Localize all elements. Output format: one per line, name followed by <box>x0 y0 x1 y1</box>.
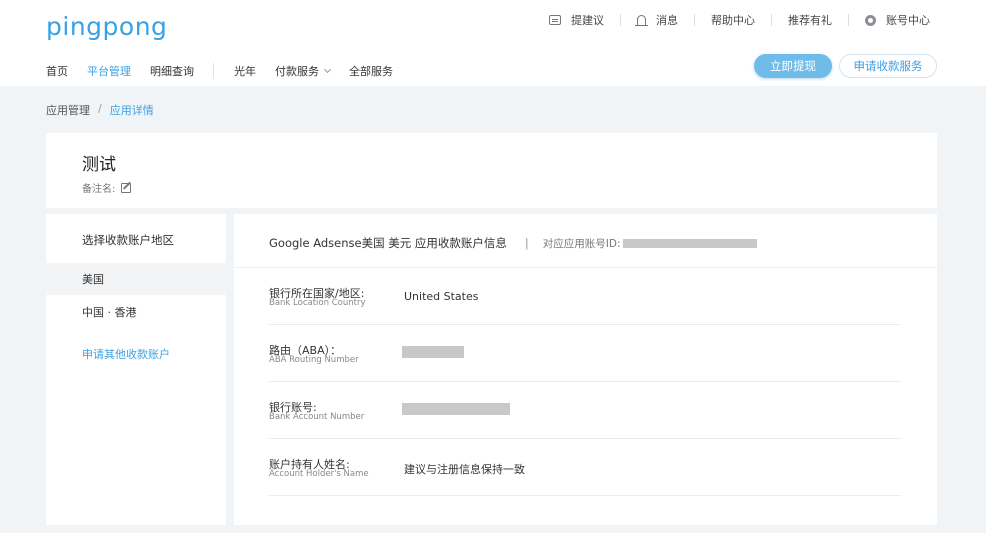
app-title-card: 测试 备注名: <box>46 133 937 208</box>
redacted-account-number <box>402 403 510 415</box>
breadcrumb: 应用管理 / 应用详情 <box>46 102 154 118</box>
messages-link[interactable]: 消息 <box>635 12 678 28</box>
field-value-redacted <box>402 403 510 418</box>
breadcrumb-separator: / <box>98 102 102 115</box>
region-heading: 选择收款账户地区 <box>82 233 174 247</box>
redacted-account-id <box>622 238 757 248</box>
nav-all-services[interactable]: 全部服务 <box>349 63 393 79</box>
account-info-heading: Google Adsense美国 美元 应用收款账户信息 | 对应应用账号ID: <box>269 235 757 251</box>
suggest-link[interactable]: 提建议 <box>549 12 604 28</box>
nav-guangnian[interactable]: 光年 <box>234 63 256 79</box>
referral-link[interactable]: 推荐有礼 <box>788 12 832 28</box>
nav-home[interactable]: 首页 <box>46 63 68 79</box>
apply-other-account-link[interactable]: 申请其他收款账户 <box>82 346 170 362</box>
info-row-bank-country: 银行所在国家/地区: Bank Location Country United … <box>269 268 901 325</box>
account-info-panel: Google Adsense美国 美元 应用收款账户信息 | 对应应用账号ID:… <box>234 214 937 525</box>
apply-service-button[interactable]: 申请收款服务 <box>839 54 937 78</box>
divider <box>848 14 849 26</box>
info-row-aba-routing: 路由（ABA）： ABA Routing Number <box>269 325 901 382</box>
nav-details-query[interactable]: 明细查询 <box>150 63 194 79</box>
divider <box>694 14 695 26</box>
info-row-holder-name: 账户持有人姓名: Account Holder's Name 建议与注册信息保持… <box>269 439 901 496</box>
redacted-routing-number <box>402 346 464 358</box>
field-label-en: Bank Account Number <box>269 412 365 422</box>
region-panel: 选择收款账户地区 美国 中国 · 香港 申请其他收款账户 <box>46 214 226 525</box>
field-value: 建议与注册信息保持一致 <box>404 463 525 476</box>
region-item-us[interactable]: 美国 <box>46 263 226 295</box>
bell-icon <box>635 15 648 26</box>
app-account-id-label: 对应应用账号ID: <box>542 237 621 250</box>
field-value: United States <box>404 290 479 303</box>
page-title: 测试 <box>82 155 116 175</box>
account-info-title: Google Adsense美国 美元 应用收款账户信息 <box>269 236 507 250</box>
topbar: 提建议 消息 帮助中心 推荐有礼 账号中心 <box>549 11 930 29</box>
nav-platform-management[interactable]: 平台管理 <box>87 63 131 79</box>
remark-label: 备注名: <box>82 184 116 195</box>
edit-icon[interactable] <box>121 182 132 193</box>
main-nav: 首页 平台管理 明细查询 光年 付款服务 全部服务 <box>46 63 412 79</box>
field-label-en: ABA Routing Number <box>269 355 359 365</box>
heading-divider: | <box>524 236 529 250</box>
field-label-en: Bank Location Country <box>269 298 366 308</box>
nav-payment-services[interactable]: 付款服务 <box>275 63 332 79</box>
withdraw-button[interactable]: 立即提现 <box>754 54 832 78</box>
chevron-down-icon <box>323 65 332 74</box>
breadcrumb-app-management[interactable]: 应用管理 <box>46 102 90 118</box>
remark-row: 备注名: <box>82 180 132 195</box>
breadcrumb-app-details: 应用详情 <box>109 104 154 117</box>
account-center-link[interactable]: 账号中心 <box>865 12 930 28</box>
avatar-icon <box>865 14 876 26</box>
divider <box>771 14 772 26</box>
info-row-bank-account: 银行账号: Bank Account Number <box>269 382 901 439</box>
field-label-en: Account Holder's Name <box>269 469 369 479</box>
field-value-redacted <box>402 346 464 361</box>
nav-divider <box>213 63 214 79</box>
divider <box>620 14 621 26</box>
header: pingpong 提建议 消息 帮助中心 推荐有礼 账号中心 首页 平台管理 明… <box>0 0 986 86</box>
comment-icon <box>549 15 561 25</box>
logo[interactable]: pingpong <box>46 12 167 41</box>
region-item-hong-kong[interactable]: 中国 · 香港 <box>46 296 226 328</box>
help-center-link[interactable]: 帮助中心 <box>711 12 755 28</box>
